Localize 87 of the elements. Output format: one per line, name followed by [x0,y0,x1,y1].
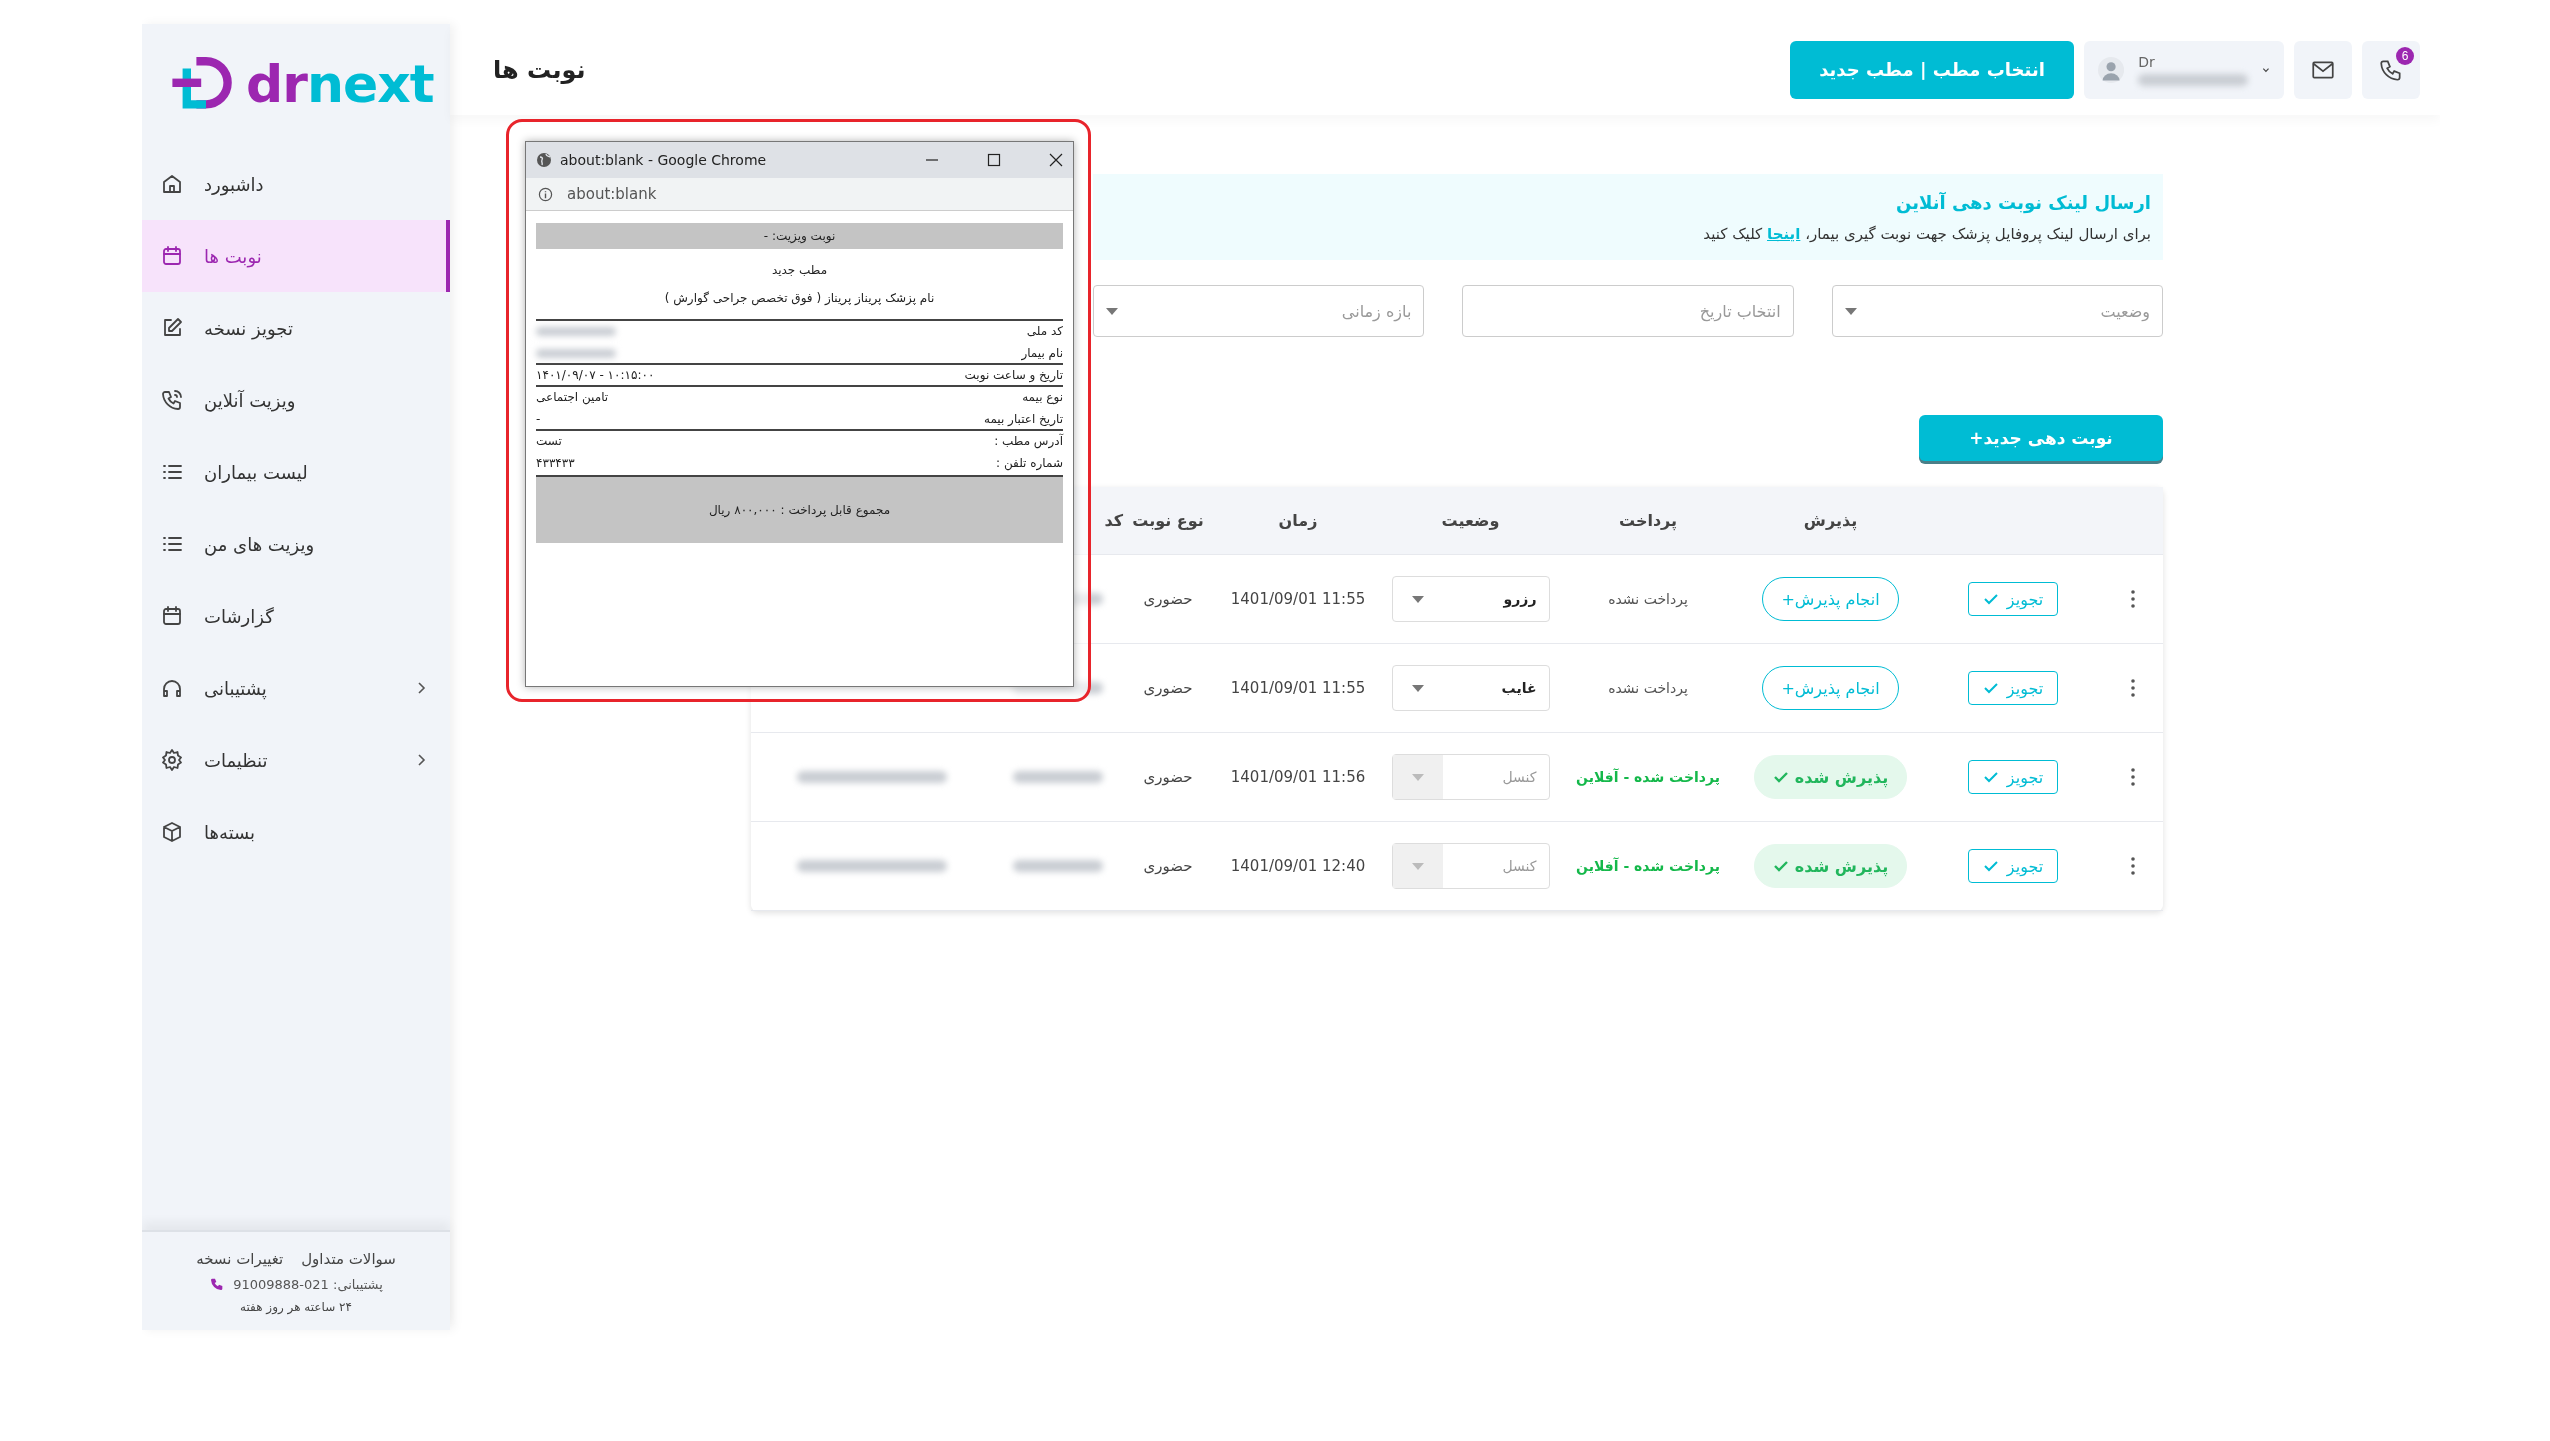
phone-button[interactable]: 6 [2362,40,2420,99]
sidebar-item[interactable]: تجویز نسخه [142,292,450,364]
column-header: وضعیت [1440,511,1501,530]
footer-link[interactable]: سوالات متداول [301,1250,396,1268]
sidebar-item[interactable]: نوبت ها [142,220,450,292]
more-icon[interactable] [2130,678,2136,698]
table-cell: حضوری [1143,768,1193,786]
payment-status: پرداخت نشده [1608,591,1688,607]
more-icon[interactable] [2130,589,2136,609]
field-value: تست [536,434,562,448]
home-icon [160,172,184,196]
info-title: ارسال لینک نوبت دهی آنلاین [1896,191,2151,213]
more-icon[interactable] [2130,767,2136,787]
field-label: آدرس مطب : [994,434,1063,448]
accepted-badge: پذیرش شده [1753,755,1908,799]
column-header: نوع نوبت [1131,511,1205,530]
sidebar-item[interactable]: لیست بیماران [142,436,450,508]
doctor-name: نام پزشک پریناز پریناز ( فوق تخصص جراحی گوارش ) [663,291,936,305]
sidebar-item[interactable]: ویزیت های من [142,508,450,580]
notification-badge: 6 [2396,46,2414,65]
table-cell: 1401/09/01 12:40 [1230,857,1366,875]
caret-icon [2262,65,2270,74]
check-icon [1982,860,1999,872]
settings-icon [160,748,184,772]
info-text: برای ارسال لینک پروفایل پزشک جهت نوبت گیری بیمار، اینجا کلیک کنید [1703,224,2151,243]
sidebar-item[interactable]: داشبورد [142,148,450,220]
column-header: زمان [1277,511,1319,530]
field-label: تاریخ اعتبار بیمه [983,412,1063,426]
table-cell: 1401/09/01 11:55 [1230,679,1366,697]
calendar-icon [160,244,184,268]
check-icon [1982,593,1999,605]
accepted-badge: پذیرش شده [1753,844,1908,888]
field-value: - [536,412,541,426]
field-label: کد ملی [1026,324,1063,338]
field-value: ۱۴۰۱/۰۹/۰۷ - ۱۰:۱۵:۰۰ [536,368,655,382]
footer-link[interactable]: تغییرات نسخه [196,1250,284,1268]
info-icon [538,186,553,202]
logo-text: drnext [246,54,434,114]
profile-prefix: Dr [2138,53,2155,70]
table-cell: حضوری [1143,590,1193,608]
column-header: پرداخت [1617,511,1679,530]
column-header: پذیرش [1802,511,1859,530]
sidebar-item[interactable]: پشتیبانی [142,652,450,724]
date-field[interactable]: انتخاب تاریخ [1462,285,1794,337]
sidebar-item[interactable]: گزارشات [142,580,450,652]
more-icon[interactable] [2130,856,2136,876]
table-cell: حضوری [1143,857,1193,875]
window-title: about:blank - Google Chrome [560,152,767,168]
support-phone: پشتیبانی: 021-91009888 [233,1276,383,1292]
field-value: ۴۳۳۴۳۳ [536,456,575,470]
sidebar-item[interactable]: ویزیت آنلاین [142,364,450,436]
check-icon [1982,771,1999,783]
receipt-heading: نوبت ویزیت: - [536,223,1063,249]
total-amount: مجموع قابل پرداخت : ۸۰۰,۰۰۰ ریال [536,475,1063,543]
table-cell: حضوری [1143,679,1193,697]
table-cell: 1401/09/01 11:56 [1230,768,1366,786]
globe-icon [536,152,552,168]
field-label: تاریخ و ساعت نوبت [964,368,1063,382]
maximize-icon[interactable] [987,153,1001,167]
check-icon [1772,860,1789,872]
calendar-icon [160,604,184,628]
mail-button[interactable] [2294,40,2352,99]
field-label: نوع بیمه [1022,390,1063,404]
support-hours: ۲۴ ساعته هر روز هفته [240,1300,352,1314]
field-label: نام بیمار [1021,346,1063,360]
sidebar-item[interactable]: بسته‌ها [142,796,450,868]
field-label: شماره تلفن : [996,456,1063,470]
column-header: کد [1104,511,1123,530]
field-value: تامین اجتماعی [536,390,609,404]
check-icon [1772,771,1789,783]
clinic-name: مطب جدید [770,263,829,277]
phone-icon [160,388,184,412]
status-select[interactable]: غایب [1391,665,1550,711]
status-select[interactable]: رزرو [1391,576,1550,622]
check-icon [1982,682,1999,694]
select-field[interactable]: بازه زمانی [1093,285,1425,337]
sidebar-item[interactable]: تنظیمات [142,724,450,796]
page-title: نوبت ها [493,55,586,84]
address-text: about:blank [567,185,657,203]
payment-status: پرداخت شده - آفلاین [1576,769,1720,785]
payment-status: پرداخت شده - آفلاین [1576,858,1720,874]
select-field[interactable]: وضعیت [1831,285,2163,337]
box-icon [160,820,184,844]
close-icon[interactable] [1049,153,1063,167]
profile-menu[interactable]: Dr [2084,40,2284,99]
payment-status: پرداخت نشده [1608,680,1688,696]
table-cell: 1401/09/01 11:55 [1230,590,1366,608]
